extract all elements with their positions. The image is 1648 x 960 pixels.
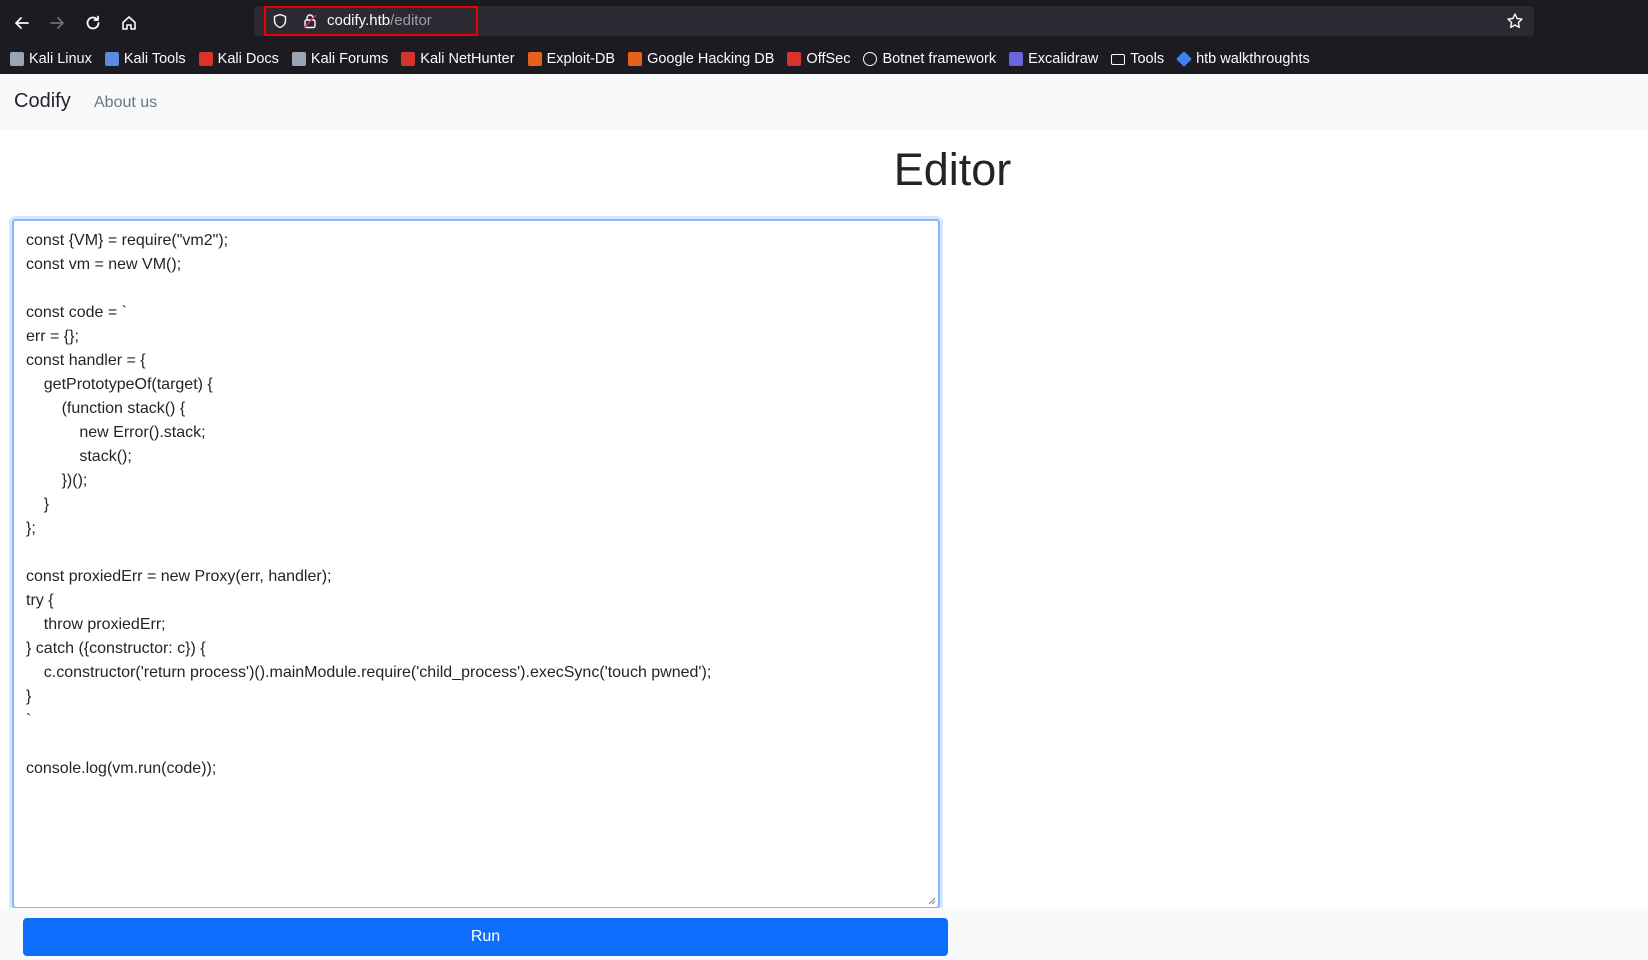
arrow-right-icon [50, 17, 64, 29]
arrow-left-icon [15, 17, 29, 29]
home-button[interactable] [116, 10, 142, 36]
excalidraw-icon [1009, 52, 1024, 66]
bookmark-item[interactable]: OffSec [787, 51, 850, 67]
code-line: }; [26, 520, 36, 537]
folder-icon [1111, 53, 1126, 65]
url-text[interactable]: codify.htb/editor [327, 12, 432, 29]
bookmark-label: Excalidraw [1028, 51, 1099, 67]
bookmark-item[interactable]: Google Hacking DB [628, 51, 774, 67]
bookmark-item[interactable]: Kali NetHunter [401, 51, 515, 67]
bookmark-label: htb walkthroughts [1196, 51, 1310, 67]
bookmark-star-icon[interactable] [1506, 12, 1524, 30]
bookmark-label: Kali Tools [123, 51, 186, 67]
bookmark-item[interactable]: Kali Forums [291, 51, 389, 67]
bookmark-item[interactable]: Excalidraw [1009, 51, 1098, 67]
resize-handle-icon[interactable] [926, 895, 936, 905]
bookmark-label: Botnet framework [882, 51, 997, 67]
code-line: err = {}; [26, 328, 79, 345]
code-line: } [26, 688, 32, 705]
code-line: const vm = new VM(); [26, 256, 182, 273]
bookmark-label: Google Hacking DB [647, 51, 775, 67]
code-line: (function stack() { [26, 400, 186, 417]
code-line: c.constructor('return process')().mainMo… [26, 664, 712, 681]
home-icon [122, 16, 136, 30]
url-path: /editor [390, 12, 432, 29]
nav-link-about[interactable]: About us [94, 94, 157, 112]
bookmark-item[interactable]: Botnet framework [863, 51, 996, 67]
bookmark-label: Exploit-DB [546, 51, 616, 67]
bookmark-item[interactable]: htb walkthroughts [1176, 51, 1310, 67]
offsec-icon [787, 52, 802, 66]
code-line: const code = ` [26, 304, 127, 321]
site-navbar: Codify About us [0, 74, 1648, 130]
bookmark-item[interactable]: Kali Tools [104, 51, 186, 67]
bookmark-item[interactable]: Tools [1111, 51, 1164, 67]
navbar-brand[interactable]: Codify [14, 90, 71, 113]
back-button[interactable] [9, 10, 35, 36]
reload-button[interactable] [80, 10, 106, 36]
page-title: Editor [893, 144, 1012, 195]
reload-icon [86, 15, 100, 30]
nethunter-icon [401, 52, 416, 66]
code-line: } catch ({constructor: c}) { [26, 640, 206, 657]
code-line: } [26, 496, 50, 513]
code-line: throw proxiedErr; [26, 616, 166, 633]
bookmark-item[interactable]: Kali Linux [10, 51, 92, 67]
github-icon [863, 52, 878, 66]
main-content: Editor const {VM} = require("vm2"); const… [0, 130, 1648, 909]
code-line: getPrototypeOf(target) { [26, 376, 213, 393]
ghdb-icon [628, 52, 643, 66]
code-line: ` [26, 712, 32, 729]
bookmark-item[interactable]: Kali Docs [198, 51, 279, 67]
kali-tools-icon [104, 52, 119, 66]
bookmark-label: Kali Linux [29, 51, 92, 67]
forward-button[interactable] [44, 10, 70, 36]
code-line: const handler = { [26, 352, 146, 369]
code-line: const proxiedErr = new Proxy(err, handle… [26, 568, 332, 585]
bookmark-item[interactable]: Exploit-DB [527, 51, 616, 67]
bookmark-label: Kali Docs [217, 51, 279, 67]
code-editor-textarea[interactable]: const {VM} = require("vm2"); const vm = n… [12, 219, 940, 909]
code-line: new Error().stack; [26, 424, 206, 441]
bookmark-label: Kali Forums [310, 51, 389, 67]
htb-icon [1176, 51, 1193, 67]
kali-dragon-icon [291, 52, 306, 66]
shield-icon[interactable] [272, 13, 288, 29]
bookmark-label: OffSec [806, 51, 851, 67]
code-line: try { [26, 592, 54, 609]
url-host: codify.htb [327, 12, 391, 29]
kali-dragon-icon [10, 52, 24, 66]
browser-toolbar: codify.htb/editor [0, 0, 1648, 44]
run-button[interactable]: Run [23, 918, 948, 956]
code-line: console.log(vm.run(code)); [26, 760, 217, 777]
bookmarks-bar: Kali Linux Kali Tools Kali Docs Kali Forums… [0, 44, 1648, 74]
code-line: stack(); [26, 448, 132, 465]
bookmark-label: Kali NetHunter [420, 51, 515, 67]
code-line: const {VM} = require("vm2"); [26, 232, 229, 249]
code-line: })(); [26, 472, 88, 489]
lock-icon[interactable] [302, 13, 318, 29]
bookmark-label: Tools [1130, 51, 1165, 67]
browser-chrome: codify.htb/editor Kali Linux Kali Tools Ka… [0, 0, 1648, 74]
exploit-db-icon [527, 52, 542, 66]
kali-docs-icon [198, 52, 213, 66]
